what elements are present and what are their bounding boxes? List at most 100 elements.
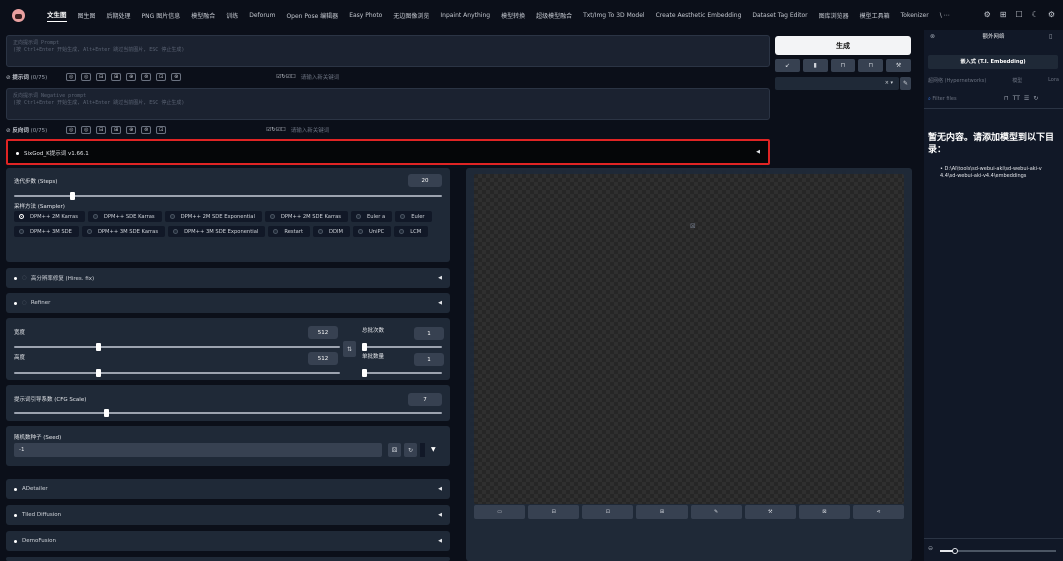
sampler-option[interactable]: DPM++ 3M SDE Karras xyxy=(81,226,166,237)
tiled-diffusion-accordion[interactable]: Tiled Diffusion ◀ xyxy=(6,505,450,525)
sampler-option[interactable]: Restart xyxy=(268,226,310,237)
cfg-slider-thumb[interactable] xyxy=(104,409,109,417)
translate-icon[interactable]: ⊕ xyxy=(126,126,137,134)
nav-more[interactable]: \ ⋯ xyxy=(940,12,950,19)
trash-icon[interactable]: ▮ xyxy=(802,59,828,72)
sampler-option[interactable]: DPM++ SDE Karras xyxy=(87,211,162,222)
keyword-input[interactable]: 请输入新关键词 xyxy=(301,73,340,81)
sixgod-accordion[interactable]: SixGod_K提示词 v1.66.1 ◀ xyxy=(6,139,770,165)
zoom-thumb[interactable] xyxy=(952,547,958,554)
styles-dropdown[interactable]: × ▾ xyxy=(775,77,899,90)
settings-small-icon[interactable]: ⊛ xyxy=(171,73,182,81)
swap-dimensions-icon[interactable]: ⇅ xyxy=(343,341,356,357)
collapse-triangle-icon[interactable]: ◀ xyxy=(438,486,442,492)
clipboard-icon[interactable]: ⊓ xyxy=(830,59,856,72)
height-slider-thumb[interactable] xyxy=(96,369,101,377)
batch-count-slider[interactable] xyxy=(362,343,442,351)
folder-icon[interactable]: ⊓ xyxy=(1004,95,1009,102)
star-icon[interactable]: ◎ xyxy=(81,126,92,134)
save-style-icon[interactable]: ⊓ xyxy=(858,59,884,72)
save-icon[interactable]: ⊟ xyxy=(528,505,580,519)
refiner-accordion[interactable]: ○ Refiner ◀ xyxy=(6,293,450,313)
sort-name-icon[interactable]: TT xyxy=(1013,95,1020,102)
steps-slider[interactable] xyxy=(14,192,442,200)
extra-checkbox[interactable] xyxy=(420,443,425,457)
zoom-slider[interactable] xyxy=(940,547,1056,554)
sampler-option[interactable]: DPM++ 2M SDE Karras xyxy=(264,211,349,222)
height-slider[interactable] xyxy=(14,369,340,377)
sampler-option[interactable]: DPM++ 2M SDE Exponential xyxy=(164,211,262,222)
width-input[interactable]: 512 xyxy=(308,326,338,339)
height-input[interactable]: 512 xyxy=(308,352,338,365)
clipboard-icon[interactable]: ⊟ xyxy=(96,126,107,134)
eye-icon[interactable]: ◎ xyxy=(66,126,77,134)
tab-hypernetworks[interactable]: 超网络 (Hypernetworks) xyxy=(928,77,986,84)
hires-accordion[interactable]: ○ 高分辨率修复 (Hires. fix) ◀ xyxy=(6,268,450,288)
tab-17[interactable]: 模型工具箱 xyxy=(860,11,890,20)
prompt-input[interactable]: 正向提示词 Prompt (按 Ctrl+Enter 开始生成, Alt+Ente… xyxy=(6,35,770,67)
tab-5[interactable]: 训练 xyxy=(226,11,238,20)
batch-count-input[interactable]: 1 xyxy=(414,327,444,340)
sampler-option[interactable]: Euler a xyxy=(351,211,393,222)
seed-input[interactable]: -1 xyxy=(14,443,382,457)
tab-embedding[interactable]: 嵌入式 (T.I. Embedding) xyxy=(928,55,1058,69)
steps-slider-thumb[interactable] xyxy=(70,192,75,200)
settings-icon[interactable]: ⚙ xyxy=(984,10,991,19)
gear-icon[interactable]: ⚙ xyxy=(1048,10,1055,19)
collapse-triangle-icon[interactable]: ◀ xyxy=(438,275,442,281)
sampler-option[interactable]: UniPC xyxy=(352,226,392,237)
tab-lora[interactable]: Lora xyxy=(1048,77,1059,84)
sampler-option[interactable]: DPM++ 2M Karras xyxy=(14,211,85,222)
expand-triangle-icon[interactable]: ▼ xyxy=(431,443,436,457)
sampler-option[interactable]: LCM xyxy=(394,226,429,237)
sampler-option[interactable]: DDIM xyxy=(312,226,350,237)
chat-icon[interactable]: ☐ xyxy=(1015,10,1022,19)
demofusion-accordion[interactable]: DemoFusion ◀ xyxy=(6,531,450,551)
tab-0[interactable]: 文生图 xyxy=(47,9,67,22)
tab-7[interactable]: Open Pose 编辑器 xyxy=(286,11,338,20)
trash-icon[interactable]: ⊡ xyxy=(156,73,167,81)
filter-input[interactable]: ⌕ Filter files xyxy=(928,96,957,102)
collapse-triangle-icon[interactable]: ◀ xyxy=(438,512,442,518)
tag-icon[interactable]: ⊠ xyxy=(798,505,850,519)
batch-size-thumb[interactable] xyxy=(362,369,367,377)
tab-checkpoints[interactable]: 模型 xyxy=(1012,77,1022,84)
batch-size-input[interactable]: 1 xyxy=(414,353,444,366)
close-panel-icon[interactable]: ▯ xyxy=(1049,33,1052,40)
extras-icon[interactable]: ⚒ xyxy=(744,505,796,519)
grid-icon[interactable]: ⊞ xyxy=(1000,10,1007,19)
cfg-slider[interactable] xyxy=(14,409,442,417)
tab-3[interactable]: PNG 图片信息 xyxy=(142,11,181,20)
copy-icon[interactable]: ⊜ xyxy=(141,126,152,134)
magic-icon[interactable]: ⚒ xyxy=(886,59,911,72)
edit-styles-icon[interactable]: ✎ xyxy=(900,77,911,90)
tab-11[interactable]: 模型转换 xyxy=(501,11,525,20)
eye-icon[interactable]: ◎ xyxy=(66,73,77,81)
tab-10[interactable]: Inpaint Anything xyxy=(440,12,490,19)
sort-order-icon[interactable]: ☰ xyxy=(1024,95,1029,102)
history-icon[interactable]: ⊞ xyxy=(111,73,122,81)
zip-icon[interactable]: ⊡ xyxy=(582,505,634,519)
tab-16[interactable]: 图库浏览器 xyxy=(819,11,849,20)
tab-9[interactable]: 无边图像浏览 xyxy=(393,11,429,20)
generate-button[interactable]: 生成 xyxy=(775,36,911,55)
adetailer-accordion[interactable]: ADetailer ◀ xyxy=(6,479,450,499)
sampler-option[interactable]: DPM++ 3M SDE Exponential xyxy=(168,226,266,237)
history-icon[interactable]: ⊞ xyxy=(111,126,122,134)
arrow-icon[interactable]: ↙ xyxy=(775,59,800,72)
translate-icon[interactable]: ⊕ xyxy=(126,73,137,81)
dice-icon[interactable]: ⚄ xyxy=(388,443,401,457)
sampler-option[interactable]: DPM++ 3M SDE xyxy=(14,226,79,237)
share-icon[interactable]: ⋖ xyxy=(852,505,904,519)
tab-1[interactable]: 图生图 xyxy=(78,11,96,20)
negative-prompt-input[interactable]: 反向提示词 Negative prompt (按 Ctrl+Enter 开始生成,… xyxy=(6,88,770,120)
sampler-option[interactable]: Euler xyxy=(395,211,432,222)
collapse-triangle-icon[interactable]: ◀ xyxy=(438,300,442,306)
clipboard-icon[interactable]: ⊟ xyxy=(96,73,107,81)
tab-2[interactable]: 后期处理 xyxy=(107,11,131,20)
toggle-checkboxes[interactable]: ☑↻☑☐ xyxy=(276,74,295,80)
width-slider[interactable] xyxy=(14,343,340,351)
collapse-triangle-icon[interactable]: ◀ xyxy=(438,538,442,544)
collapse-triangle-icon[interactable]: ◀ xyxy=(756,149,760,155)
trash-icon[interactable]: ⊡ xyxy=(156,126,167,134)
